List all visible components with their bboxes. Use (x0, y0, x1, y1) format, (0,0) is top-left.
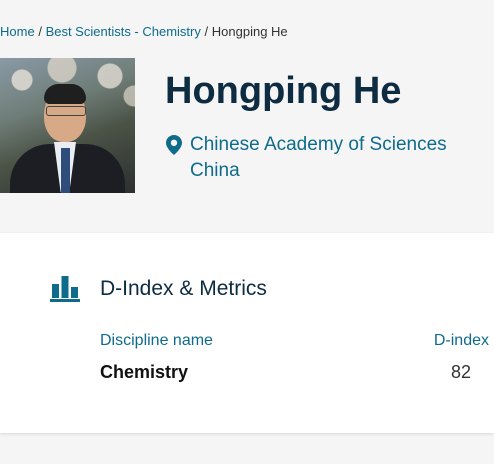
scientist-photo (0, 58, 135, 193)
page-title: Hongping He (165, 70, 402, 112)
location-pin-icon (166, 135, 182, 155)
column-header-discipline: Discipline name (100, 332, 213, 349)
institution-link[interactable]: Chinese Academy of Sciences (190, 132, 447, 158)
location-block: Chinese Academy of Sciences China (166, 132, 447, 184)
metrics-title: D-Index & Metrics (100, 277, 267, 300)
metrics-card (0, 233, 494, 433)
breadcrumb-current: Hongping He (211, 24, 288, 39)
breadcrumb-home-link[interactable]: Home (0, 24, 35, 39)
table-row-dindex: 82 (450, 362, 471, 382)
table-row-discipline: Chemistry (100, 362, 189, 382)
breadcrumb: Home / Best Scientists - Chemistry / Hon… (0, 24, 288, 39)
breadcrumb-category-link[interactable]: Best Scientists - Chemistry (46, 24, 201, 39)
breadcrumb-separator: / (38, 24, 42, 39)
country-text: China (190, 160, 240, 181)
breadcrumb-separator: / (204, 24, 209, 39)
location-text: Chinese Academy of Sciences China (190, 132, 447, 184)
bar-chart-icon (50, 276, 80, 302)
column-header-dindex: D-index (433, 332, 489, 349)
